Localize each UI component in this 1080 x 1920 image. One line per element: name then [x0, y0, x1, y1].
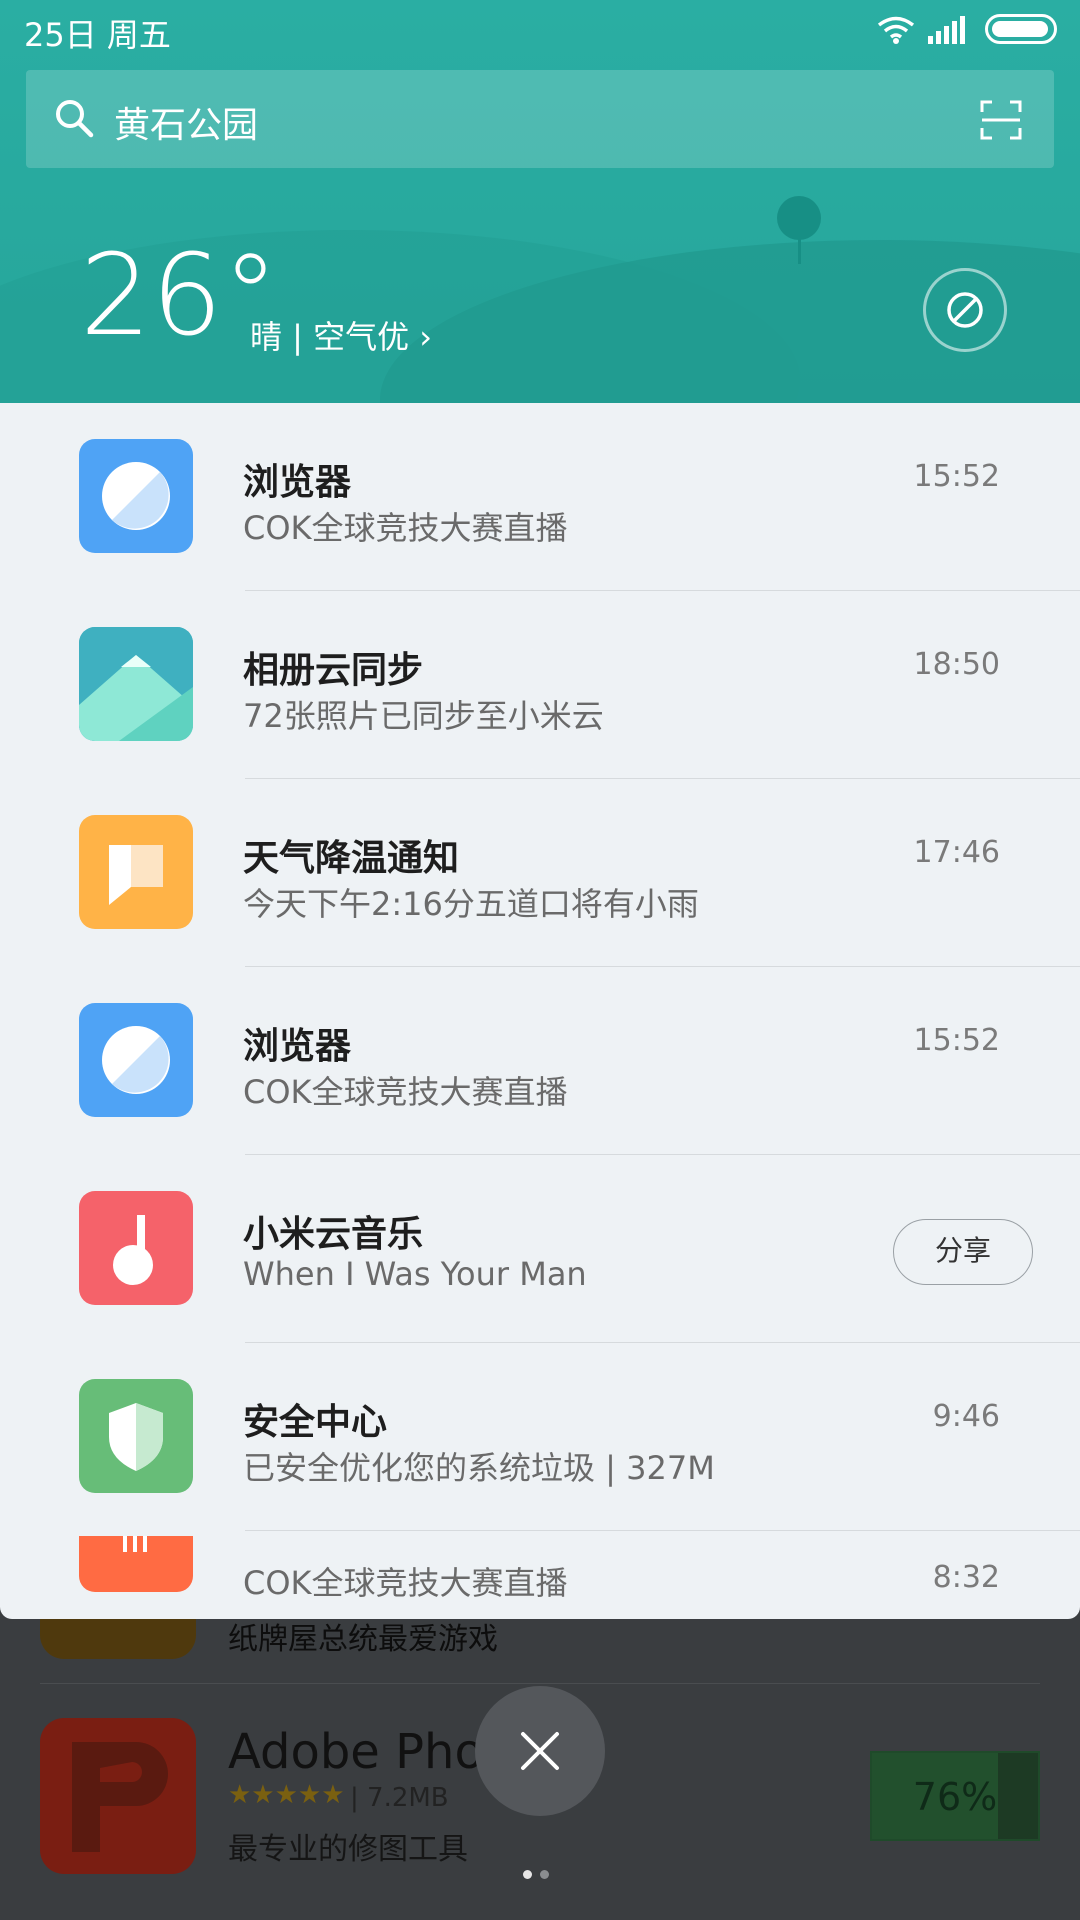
notification-item[interactable]: COK全球竞技大赛直播 8:32 [0, 1536, 1080, 1619]
notification-title: 相册云同步 [243, 650, 424, 691]
photoshop-app-icon [40, 1718, 196, 1874]
clear-all-button[interactable] [923, 268, 1007, 352]
tree-trunk-decoration [798, 238, 801, 264]
notification-item[interactable]: 浏览器 COK全球竞技大赛直播 15:52 [0, 967, 1080, 1155]
notification-panel: 浏览器 COK全球竞技大赛直播 15:52 相册云同步 72张照片已同步至小米云… [0, 403, 1080, 1619]
notification-message: 今天下午2:16分五道口将有小雨 [243, 885, 699, 923]
mi-icon [79, 1536, 193, 1592]
wifi-icon [877, 16, 915, 48]
close-icon [521, 1732, 559, 1770]
temperature[interactable]: 26° [80, 240, 279, 352]
notification-time: 8:32 [932, 1560, 1000, 1595]
notification-time: 9:46 [932, 1399, 1000, 1434]
status-date: 25日 周五 [24, 16, 171, 54]
notification-message: COK全球竞技大赛直播 [243, 509, 568, 547]
notification-item[interactable]: 小米云音乐 When I Was Your Man 分享 [0, 1155, 1080, 1343]
download-progress-label: 76% [912, 1775, 998, 1819]
notification-message: 已安全优化您的系统垃圾 | 327M [243, 1449, 715, 1487]
notification-title: 浏览器 [243, 462, 352, 503]
divider [40, 1683, 1040, 1684]
page-indicator [523, 1864, 557, 1883]
rating-stars: ★★★★★ [228, 1780, 345, 1810]
browser-icon [79, 439, 193, 553]
page-dot [540, 1870, 549, 1879]
download-progress-button[interactable]: 76% [870, 1751, 1040, 1841]
notification-title: 浏览器 [243, 1026, 352, 1067]
notification-time: 15:52 [913, 1023, 1000, 1058]
search-icon [54, 98, 94, 142]
app-size: | 7.2MB [350, 1783, 449, 1813]
battery-icon [985, 14, 1057, 44]
game-app-icon [40, 1619, 196, 1659]
divider [245, 1530, 1080, 1531]
notification-title: 安全中心 [243, 1402, 388, 1443]
close-button[interactable] [475, 1686, 605, 1816]
notification-time: 18:50 [913, 647, 1000, 682]
notification-message: 72张照片已同步至小米云 [243, 697, 604, 735]
block-icon [947, 292, 983, 328]
browser-icon [79, 1003, 193, 1117]
scan-icon[interactable] [980, 100, 1022, 144]
notification-time: 15:52 [913, 459, 1000, 494]
weather-header: 25日 周五 黄石公园 26° 晴 | 空气优 › [0, 0, 1080, 405]
notification-message: COK全球竞技大赛直播 [243, 1564, 568, 1602]
notification-item[interactable]: 浏览器 COK全球竞技大赛直播 15:52 [0, 403, 1080, 591]
search-input[interactable]: 黄石公园 [114, 96, 258, 148]
weather-summary-link[interactable]: 晴 | 空气优 › [250, 312, 432, 358]
notification-item[interactable]: 天气降温通知 今天下午2:16分五道口将有小雨 17:46 [0, 779, 1080, 967]
notification-message: COK全球竞技大赛直播 [243, 1073, 568, 1111]
tree-decoration [777, 196, 821, 240]
notification-title: 天气降温通知 [243, 838, 460, 879]
game-app-description: 纸牌屋总统最爱游戏 [228, 1622, 498, 1657]
share-button[interactable]: 分享 [893, 1219, 1033, 1285]
notification-message: When I Was Your Man [243, 1255, 587, 1293]
music-icon [79, 1191, 193, 1305]
page-dot [523, 1870, 532, 1879]
notification-item[interactable]: 相册云同步 72张照片已同步至小米云 18:50 [0, 591, 1080, 779]
notification-time: 17:46 [913, 835, 1000, 870]
status-bar: 25日 周五 [0, 0, 1080, 60]
photoshop-app-description: 最专业的修图工具 [228, 1832, 468, 1867]
message-icon [79, 815, 193, 929]
notification-title: 小米云音乐 [243, 1214, 424, 1255]
shield-icon [79, 1379, 193, 1493]
notification-item[interactable]: 安全中心 已安全优化您的系统垃圾 | 327M 9:46 [0, 1343, 1080, 1531]
signal-icon [928, 16, 968, 48]
gallery-icon [79, 627, 193, 741]
search-bar[interactable]: 黄石公园 [26, 70, 1054, 168]
